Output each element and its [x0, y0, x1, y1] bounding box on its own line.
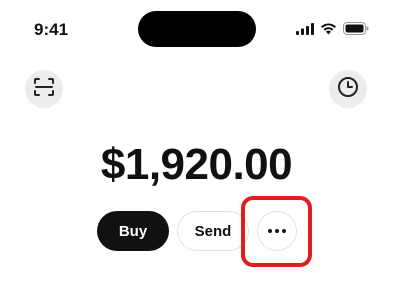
dynamic-island	[138, 11, 256, 47]
scan-icon	[34, 77, 54, 101]
wifi-icon	[320, 22, 337, 40]
more-horizontal-icon	[268, 229, 286, 233]
signal-icon	[296, 22, 314, 40]
battery-icon	[343, 22, 369, 40]
clock-icon	[337, 76, 359, 103]
buy-button[interactable]: Buy	[97, 211, 169, 251]
history-button[interactable]	[329, 70, 367, 108]
status-time: 9:41	[34, 20, 69, 39]
status-bar: 9:41	[0, 0, 393, 60]
send-button[interactable]: Send	[177, 211, 249, 251]
scan-button[interactable]	[25, 70, 63, 108]
balance-amount: $1,920.00	[100, 140, 293, 189]
status-icons	[296, 22, 369, 40]
more-button[interactable]	[257, 211, 297, 251]
action-row: Buy Send	[0, 210, 393, 252]
